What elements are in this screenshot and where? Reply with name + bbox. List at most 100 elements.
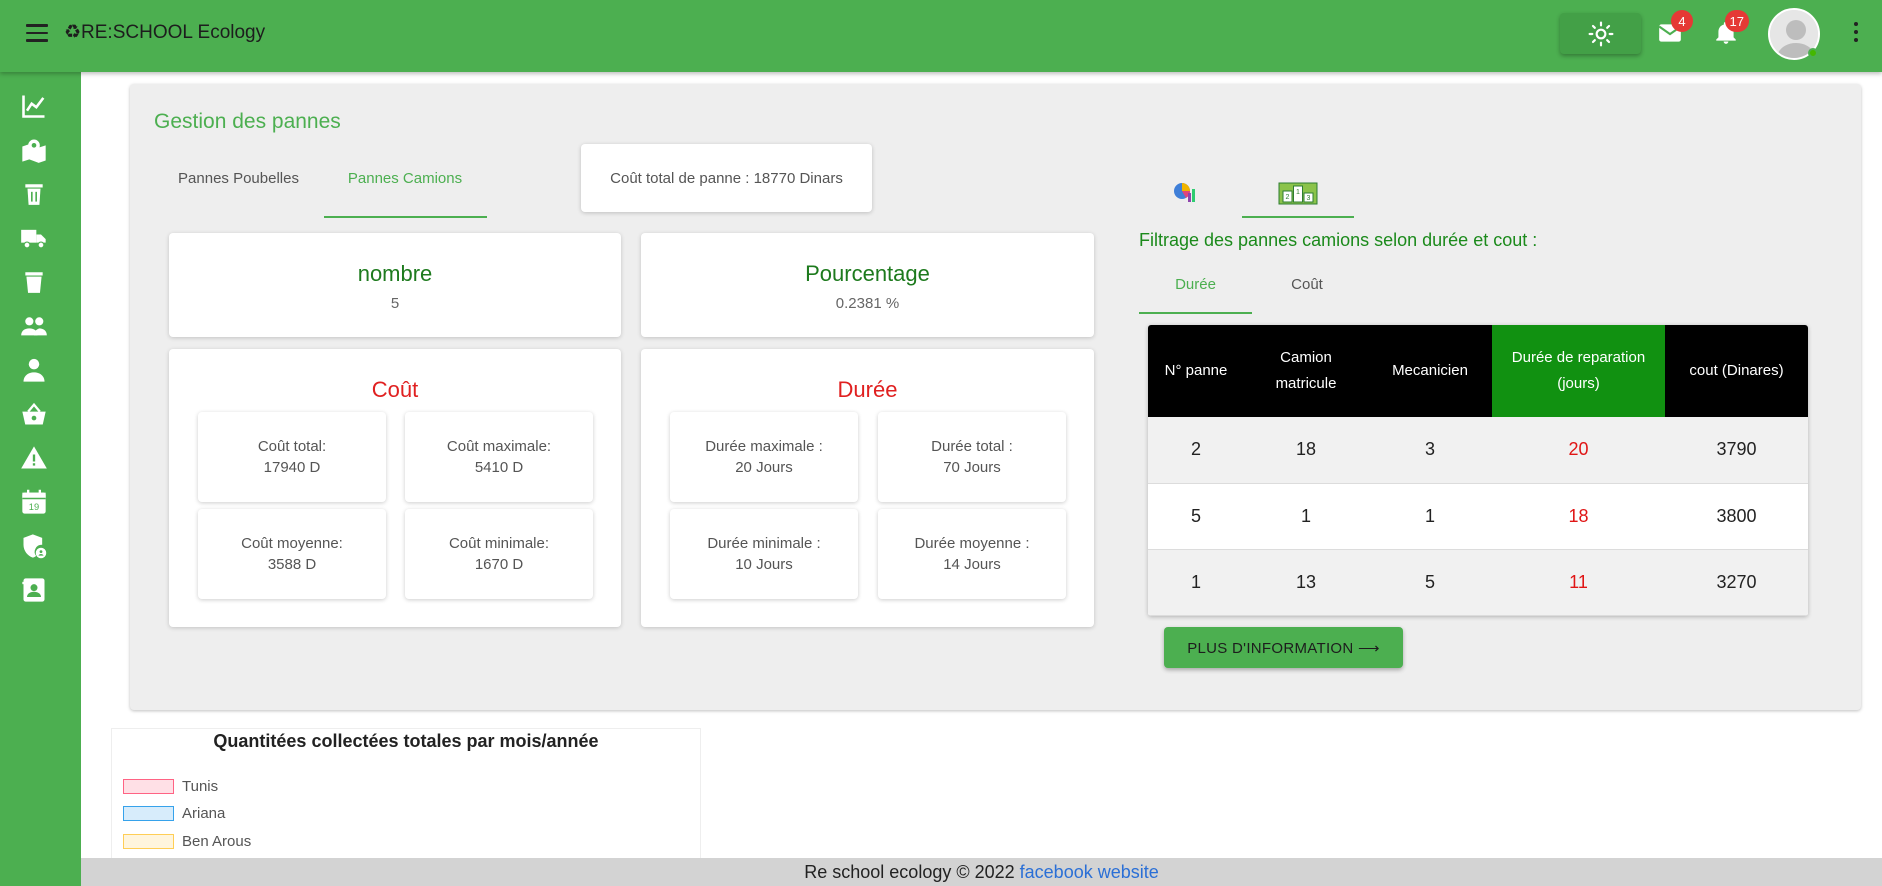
duree-moyenne-label: Durée moyenne : xyxy=(914,535,1030,552)
sidebar-item-alerts[interactable] xyxy=(14,440,54,476)
cout-moyenne-value: 3588 D xyxy=(267,556,317,573)
sidebar: 19 xyxy=(0,72,81,886)
table-row[interactable]: 1 13 5 11 3270 xyxy=(1148,549,1808,616)
sidebar-item-dashboard[interactable] xyxy=(14,88,54,124)
more-options-icon[interactable] xyxy=(1852,22,1860,46)
facebook-link[interactable]: facebook website xyxy=(1020,862,1159,883)
legend-label-ben-arous: Ben Arous xyxy=(182,832,252,850)
calendar-icon: 19 xyxy=(22,489,46,514)
cell-cout: 3790 xyxy=(1665,417,1808,484)
chart-tab-indicator xyxy=(1242,216,1354,218)
duree-min-tile: Durée minimale : 10 Jours xyxy=(670,509,858,599)
tab-ranking-chart[interactable]: 2 1 3 xyxy=(1242,166,1354,218)
basket-icon xyxy=(22,402,46,425)
cell-mecanicien: 5 xyxy=(1368,549,1492,616)
duree-max-label: Durée maximale : xyxy=(705,438,823,455)
pie-chart-icon xyxy=(1174,183,1195,202)
delete-bin-icon xyxy=(25,272,43,293)
truck-icon xyxy=(21,229,46,249)
pourcentage-value: 0.2381 % xyxy=(835,295,900,312)
cell-cout: 3800 xyxy=(1665,483,1808,550)
nombre-title: nombre xyxy=(357,261,433,286)
tab-pannes-camions[interactable]: Pannes Camions xyxy=(324,170,486,187)
duree-min-label: Durée minimale : xyxy=(707,535,821,552)
duree-total-label: Durée total : xyxy=(931,438,1013,455)
total-cost-text: Coût total de panne : 18770 Dinars xyxy=(610,169,843,187)
duree-moyenne-value: 14 Jours xyxy=(943,556,1001,573)
sidebar-item-groups[interactable] xyxy=(14,308,54,344)
footer: Re school ecology © 2022 facebook websit… xyxy=(81,858,1882,886)
col-mecanicien[interactable]: Mecanicien xyxy=(1368,325,1492,417)
cout-moyenne-label: Coût moyenne: xyxy=(241,535,343,552)
theme-toggle-button[interactable] xyxy=(1560,13,1641,54)
legend-item-tunis[interactable]: Tunis xyxy=(123,777,218,795)
filter-title: Filtrage des pannes camions selon durée … xyxy=(1139,230,1538,250)
menu-icon[interactable] xyxy=(26,24,48,42)
cell-camion: 13 xyxy=(1244,549,1368,616)
trash-can-icon xyxy=(25,184,43,205)
cell-cout: 3270 xyxy=(1665,549,1808,616)
map-marker-icon xyxy=(22,139,46,163)
cell-camion: 18 xyxy=(1244,417,1368,484)
sidebar-item-trucks[interactable] xyxy=(14,220,54,256)
tab-active-indicator xyxy=(324,216,487,218)
sidebar-item-contacts[interactable] xyxy=(14,572,54,608)
sidebar-item-calendar[interactable]: 19 xyxy=(14,484,54,520)
duree-moyenne-tile: Durée moyenne : 14 Jours xyxy=(878,509,1066,599)
top-app-bar: ♻RE:SCHOOL Ecology 4 17 xyxy=(0,0,1882,72)
cell-mecanicien: 1 xyxy=(1368,483,1492,550)
legend-swatch-tunis xyxy=(123,778,174,794)
cout-max-tile: Coût maximale: 5410 D xyxy=(405,412,593,502)
cout-min-label: Coût minimale: xyxy=(448,535,550,552)
chart-line-icon xyxy=(22,95,45,118)
duree-total-value: 70 Jours xyxy=(943,459,1001,476)
legend-item-ben-arous[interactable]: Ben Arous xyxy=(123,832,251,850)
cell-mecanicien: 3 xyxy=(1368,417,1492,484)
cout-total-value: 17940 D xyxy=(263,459,321,476)
col-duree-reparation[interactable]: Durée de reparation (jours) xyxy=(1492,325,1665,417)
col-cout[interactable]: cout (Dinares) xyxy=(1665,325,1808,417)
cell-duree: 11 xyxy=(1492,549,1665,616)
tab-duree[interactable]: Durée xyxy=(1139,276,1252,293)
tab-pannes-poubelles[interactable]: Pannes Poubelles xyxy=(170,170,307,187)
svg-text:3: 3 xyxy=(1307,195,1311,202)
svg-text:19: 19 xyxy=(29,502,39,512)
person-icon xyxy=(23,358,45,382)
duree-max-value: 20 Jours xyxy=(735,459,793,476)
notifications-button[interactable]: 17 xyxy=(1713,10,1749,46)
mail-button[interactable]: 4 xyxy=(1657,10,1693,46)
sidebar-item-user[interactable] xyxy=(14,352,54,388)
tab-pie-chart[interactable] xyxy=(1141,166,1229,218)
col-camion-matricule[interactable]: Camion matricule xyxy=(1244,325,1368,417)
contact-card-icon xyxy=(22,578,45,602)
security-icon xyxy=(23,534,47,559)
legend-label-tunis: Tunis xyxy=(182,777,219,795)
table-row[interactable]: 2 18 3 20 3790 xyxy=(1148,417,1808,484)
legend-swatch-ariana xyxy=(123,805,174,821)
cell-camion: 1 xyxy=(1244,483,1368,550)
app-title: ♻RE:SCHOOL Ecology xyxy=(64,22,266,43)
mail-count-badge: 4 xyxy=(1671,10,1693,32)
legend-swatch-ben-arous xyxy=(123,833,174,849)
pourcentage-title: Pourcentage xyxy=(805,261,930,286)
sidebar-item-basket[interactable] xyxy=(14,396,54,432)
filter-tab-indicator xyxy=(1139,312,1252,314)
collect-chart-title: Quantitées collectées totales par mois/a… xyxy=(213,731,599,751)
tab-cout[interactable]: Coût xyxy=(1252,276,1362,293)
sidebar-item-security[interactable] xyxy=(14,528,54,564)
duree-max-tile: Durée maximale : 20 Jours xyxy=(670,412,858,502)
cout-title: Coût xyxy=(371,377,419,402)
footer-text: Re school ecology © 2022 xyxy=(804,861,1015,882)
people-icon xyxy=(21,317,47,336)
col-numero-panne[interactable]: N° panne xyxy=(1148,325,1244,417)
sidebar-item-bins[interactable] xyxy=(14,176,54,212)
sidebar-item-map[interactable] xyxy=(14,132,54,168)
pourcentage-card: Pourcentage 0.2381 % xyxy=(641,233,1094,337)
cout-total-label: Coût total: xyxy=(257,438,327,455)
sidebar-item-delete[interactable] xyxy=(14,264,54,300)
table-row[interactable]: 5 1 1 18 3800 xyxy=(1148,483,1808,550)
pannes-table: N° panne Camion matricule Mecanicien Dur… xyxy=(1148,325,1808,616)
more-information-button[interactable]: PLUS D'INFORMATION ⟶ xyxy=(1164,627,1403,668)
legend-item-ariana[interactable]: Ariana xyxy=(123,804,225,822)
duree-min-value: 10 Jours xyxy=(735,556,793,573)
